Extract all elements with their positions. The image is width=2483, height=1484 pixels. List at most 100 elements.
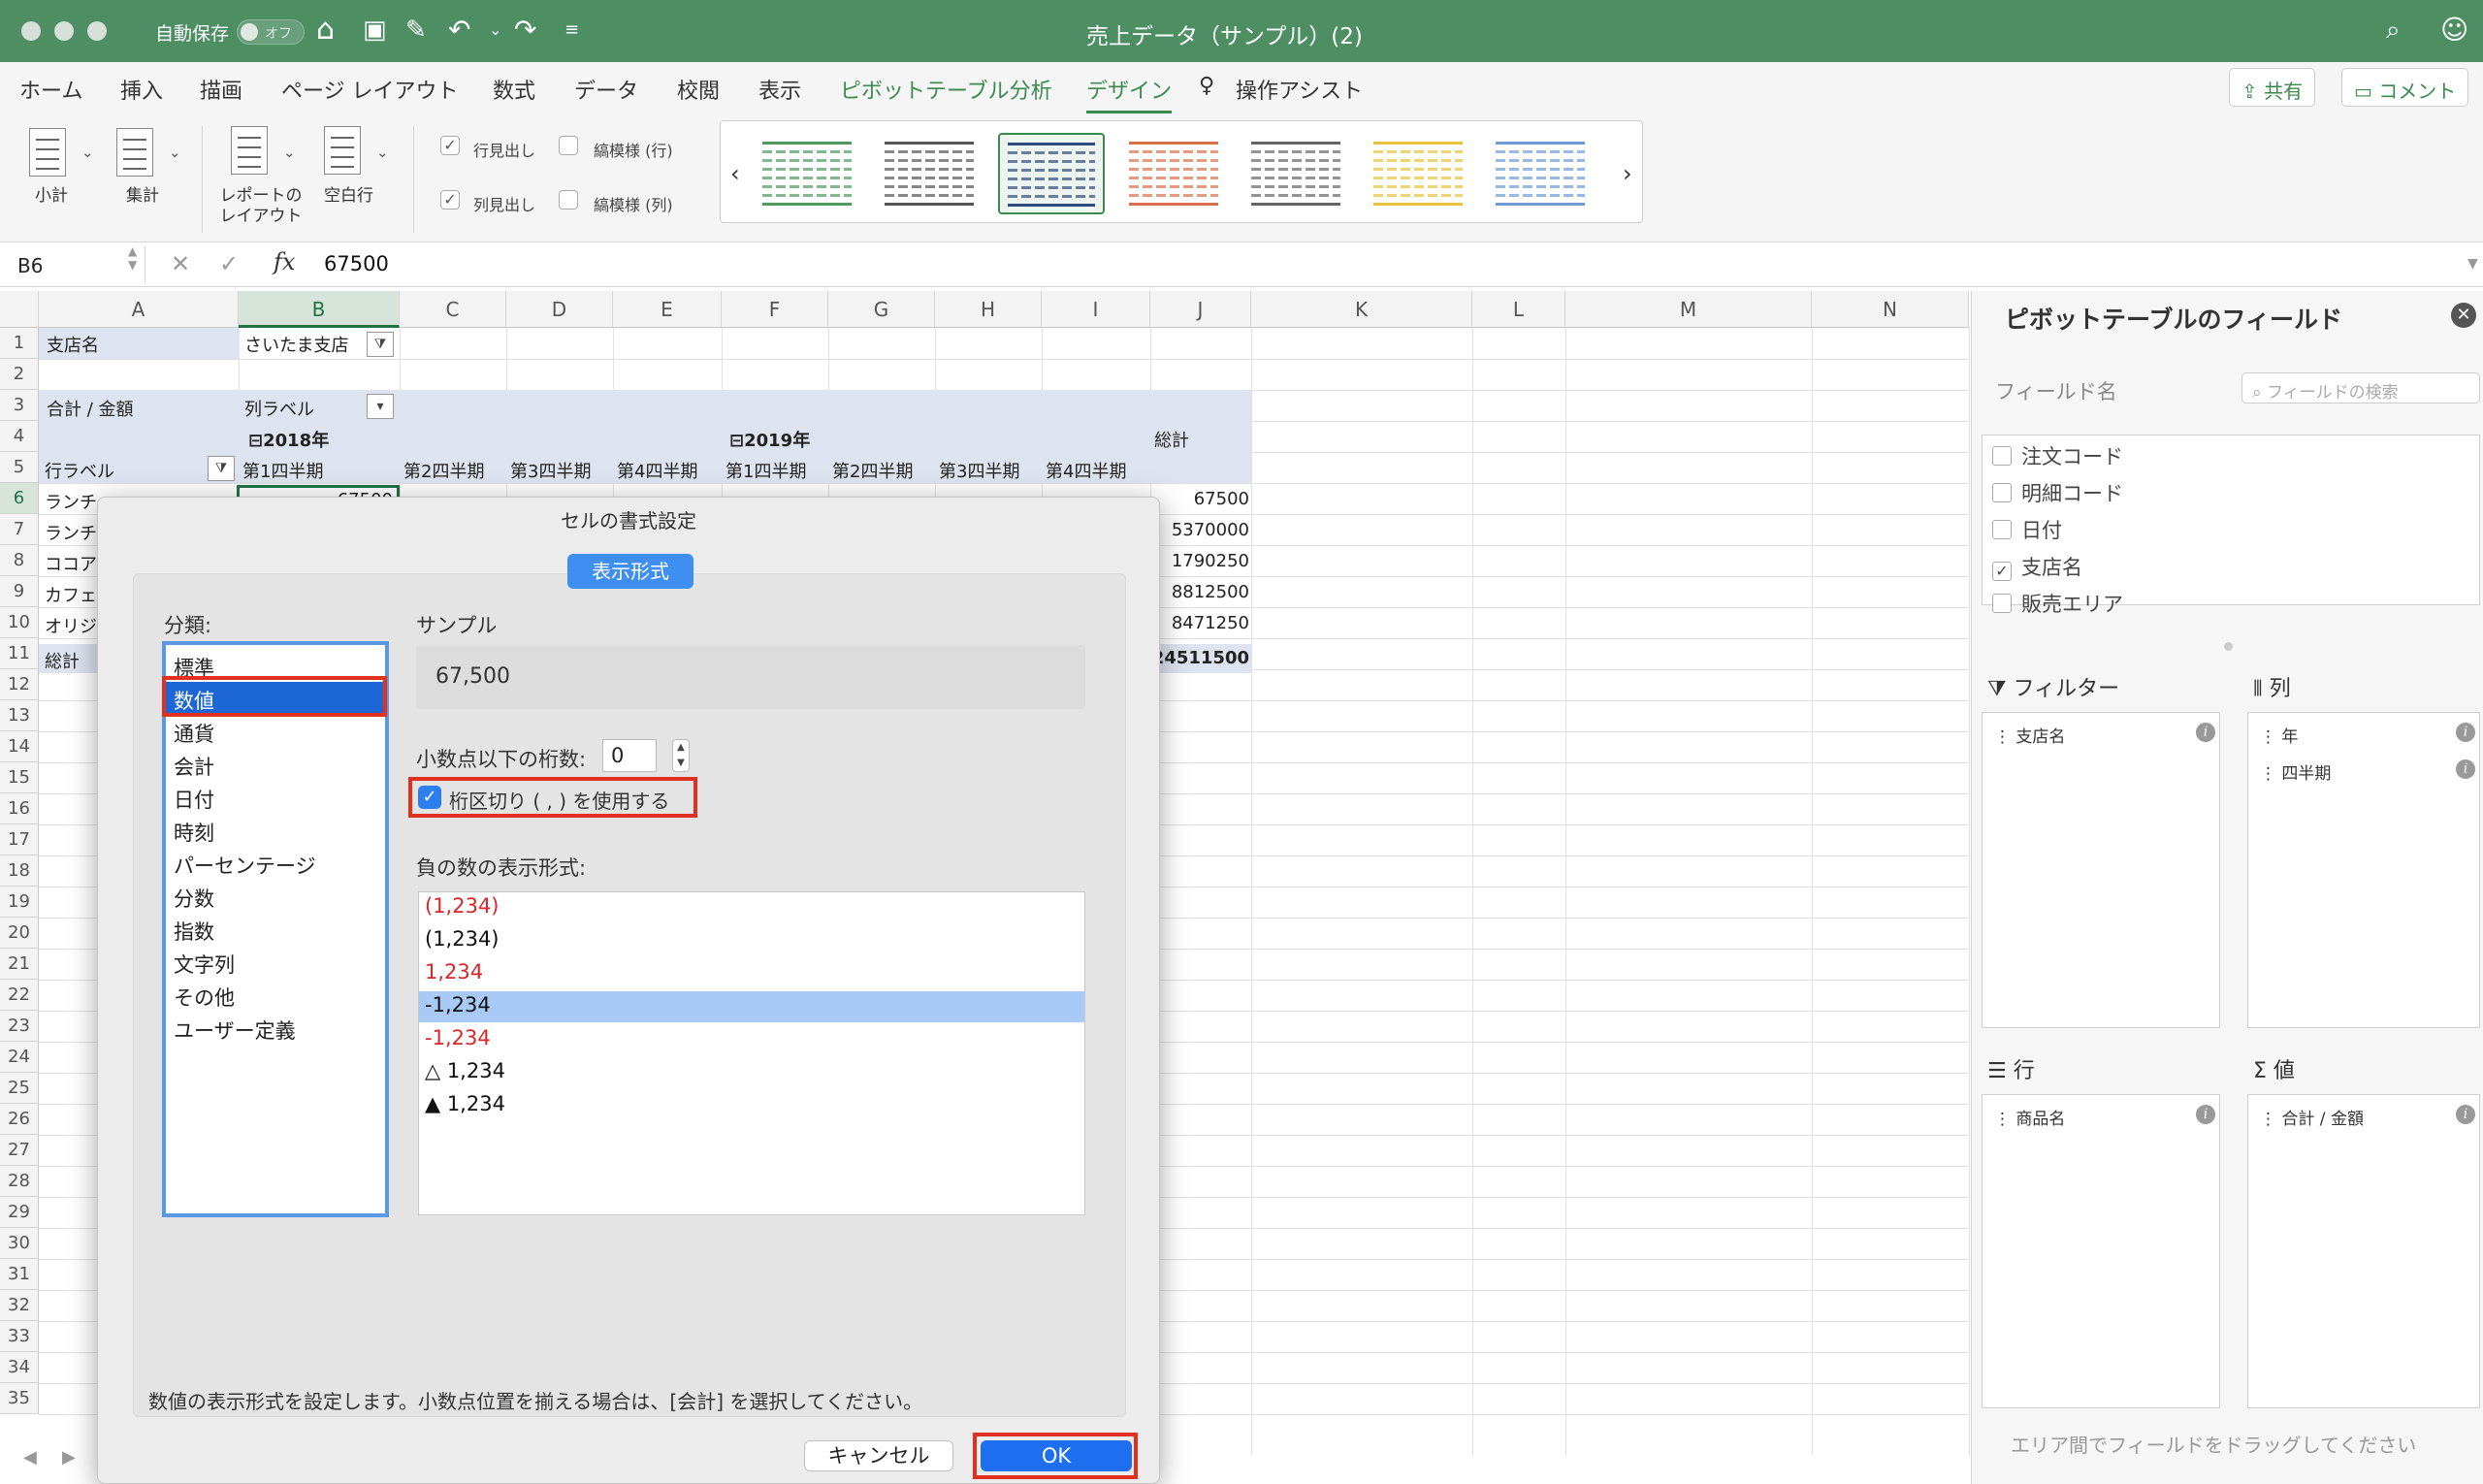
field-item[interactable]: 販売エリア [1992, 589, 2123, 618]
cancel-button[interactable]: キャンセル [804, 1440, 953, 1471]
pivot-style-thumbnail[interactable] [1365, 133, 1471, 214]
tab-tell-me[interactable]: 操作アシスト [1236, 74, 1363, 105]
gallery-next-icon[interactable]: › [1623, 160, 1632, 187]
column-header[interactable]: A [39, 291, 239, 328]
area-field-item[interactable]: ⋮ 四半期 [2260, 759, 2331, 784]
tab-formulas[interactable]: 数式 [493, 74, 535, 105]
row-header[interactable]: 1 [0, 328, 39, 359]
tab-data[interactable]: データ [574, 74, 638, 105]
row-header[interactable]: 18 [0, 855, 39, 887]
customize-toolbar-icon[interactable]: ≡ [564, 14, 579, 47]
row-header[interactable]: 28 [0, 1166, 39, 1197]
category-item[interactable]: パーセンテージ [174, 851, 316, 880]
collapse-icon[interactable]: ⊟ [729, 431, 744, 451]
banded-cols-checkbox[interactable] [559, 190, 578, 210]
row-header[interactable]: 13 [0, 700, 39, 731]
row-label[interactable]: 総計 [45, 648, 80, 673]
decimals-stepper[interactable]: ▲ ▼ [672, 739, 690, 772]
row-header[interactable]: 19 [0, 887, 39, 918]
zoom-window-button[interactable] [87, 21, 107, 41]
cancel-entry-icon[interactable]: ✕ [171, 250, 190, 277]
collapse-icon[interactable]: ⊟ [248, 431, 263, 451]
row-header[interactable]: 3 [0, 390, 39, 421]
row-label[interactable]: ココア [45, 551, 97, 576]
formula-input[interactable]: 67500 [324, 252, 389, 275]
quarter-header[interactable]: 第3四半期 [939, 458, 1019, 483]
row-header[interactable]: 22 [0, 980, 39, 1011]
row-header[interactable]: 26 [0, 1104, 39, 1135]
columns-area[interactable]: ⋮ 年 i ⋮ 四半期 i [2247, 712, 2480, 1028]
subtotal-dropdown-icon[interactable]: ⌄ [81, 144, 94, 161]
row-header[interactable]: 15 [0, 762, 39, 793]
row-header[interactable]: 16 [0, 793, 39, 824]
quarter-header[interactable]: 第4四半期 [1046, 458, 1126, 483]
column-header[interactable]: B [239, 291, 400, 328]
values-area[interactable]: ⋮ 合計 / 金額 i [2247, 1094, 2480, 1408]
undo-dropdown-icon[interactable]: ⌄ [489, 14, 501, 47]
grandtotal-dropdown-icon[interactable]: ⌄ [169, 144, 181, 161]
prev-sheet-icon[interactable]: ◀ [23, 1447, 37, 1468]
pivot-style-thumbnail[interactable] [1120, 133, 1227, 214]
negative-format-item[interactable]: 1,234 [425, 960, 483, 984]
decimals-input[interactable]: 0 [602, 739, 657, 772]
row-total[interactable]: 1790250 [1172, 551, 1249, 571]
info-icon[interactable]: i [2196, 1105, 2215, 1124]
row-header[interactable]: 35 [0, 1383, 39, 1414]
minimize-window-button[interactable] [54, 21, 74, 41]
field-item[interactable]: 明細コード [1992, 478, 2123, 507]
quarter-header[interactable]: 第1四半期 [242, 458, 323, 483]
select-all-corner[interactable] [0, 291, 39, 328]
insert-function-icon[interactable]: fx [274, 248, 295, 275]
undo-icon[interactable]: ↶ [448, 14, 470, 47]
field-checkbox[interactable] [1992, 520, 2012, 539]
column-header[interactable]: M [1565, 291, 1812, 328]
column-header[interactable]: E [613, 291, 722, 328]
row-total[interactable]: 67500 [1194, 489, 1249, 509]
quarter-header[interactable]: 第1四半期 [726, 458, 806, 483]
quarter-header[interactable]: 第2四半期 [403, 458, 484, 483]
row-total[interactable]: 5370000 [1172, 520, 1249, 540]
row-header[interactable]: 29 [0, 1197, 39, 1228]
category-item[interactable]: 指数 [174, 917, 214, 946]
row-header[interactable]: 8 [0, 545, 39, 576]
gallery-prev-icon[interactable]: ‹ [730, 160, 740, 187]
tab-insert[interactable]: 挿入 [120, 74, 163, 105]
row-header[interactable]: 11 [0, 638, 39, 669]
row-header[interactable]: 10 [0, 607, 39, 638]
blank-rows-dropdown-icon[interactable]: ⌄ [376, 144, 389, 161]
grand-total-value[interactable]: 24511500 [1152, 648, 1249, 668]
row-header[interactable]: 21 [0, 949, 39, 980]
row-header[interactable]: 24 [0, 1042, 39, 1073]
row-header[interactable]: 34 [0, 1352, 39, 1383]
tab-pivot-analyze[interactable]: ピボットテーブル分析 [840, 74, 1052, 105]
column-header[interactable]: N [1812, 291, 1969, 328]
comment-button[interactable]: ▭ コメント [2341, 68, 2469, 107]
autosave-toggle[interactable]: オフ [237, 19, 305, 45]
pivot-style-thumbnail[interactable] [998, 133, 1105, 214]
negative-format-item[interactable]: (1,234) [425, 927, 500, 951]
share-button[interactable]: ⇪ 共有 [2229, 68, 2316, 107]
row-header[interactable]: 5 [0, 452, 39, 483]
row-header[interactable]: 30 [0, 1228, 39, 1259]
area-field-item[interactable]: ⋮ 年 [2260, 723, 2298, 747]
tab-home[interactable]: ホーム [19, 74, 82, 105]
row-header[interactable]: 14 [0, 731, 39, 762]
area-field-item[interactable]: ⋮ 合計 / 金額 [2260, 1105, 2364, 1129]
next-sheet-icon[interactable]: ▶ [62, 1447, 76, 1468]
pivot-style-thumbnail[interactable] [754, 133, 860, 214]
category-item[interactable]: 時刻 [174, 818, 214, 847]
info-icon[interactable]: i [2196, 723, 2215, 742]
column-header[interactable]: H [935, 291, 1042, 328]
tab-review[interactable]: 校閲 [677, 74, 720, 105]
cell-b1[interactable]: さいたま支店 [244, 332, 348, 357]
column-header[interactable]: I [1042, 291, 1150, 328]
category-item[interactable]: 分数 [174, 884, 214, 913]
cell-a3[interactable]: 合計 / 金額 [47, 396, 134, 421]
field-checkbox-checked[interactable]: ✓ [1992, 562, 2012, 581]
search-icon[interactable]: ⌕ [2386, 14, 2401, 47]
home-icon[interactable]: ⌂ [316, 14, 335, 47]
report-layout-button[interactable] [231, 126, 268, 175]
tab-design[interactable]: デザイン [1086, 74, 1173, 113]
row-header[interactable]: 33 [0, 1321, 39, 1352]
report-filter-button[interactable]: ⧩ [367, 332, 394, 357]
